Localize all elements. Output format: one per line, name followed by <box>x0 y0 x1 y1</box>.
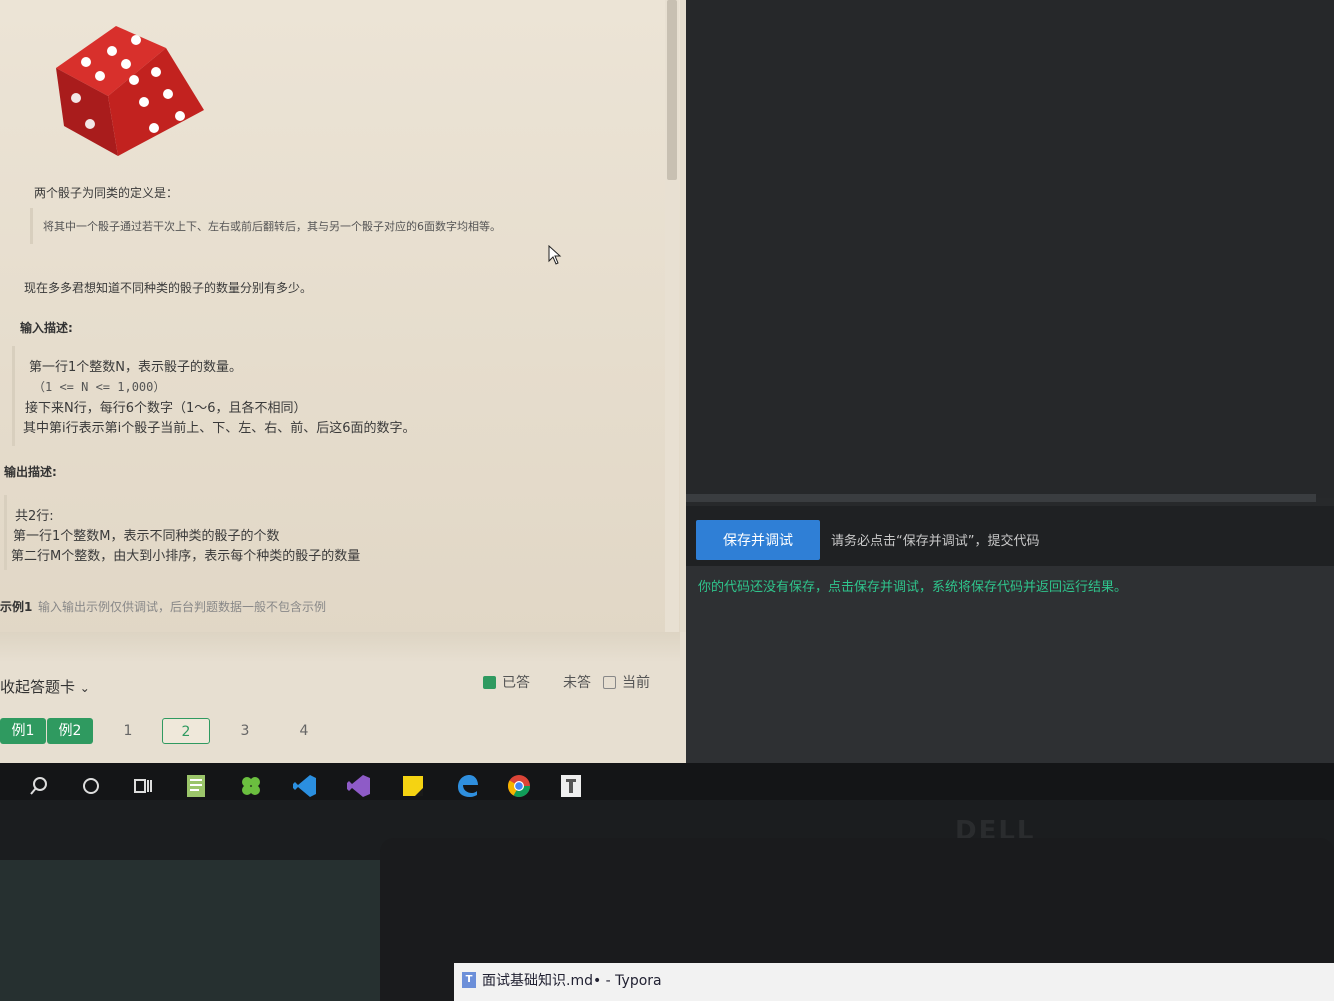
chip-question-4[interactable]: 4 <box>280 718 328 744</box>
typora-title-text: 面试基础知识.md• - Typora <box>482 973 662 989</box>
question-text: 现在多多君想知道不同种类的骰子的数量分别有多少。 <box>24 281 313 295</box>
typora-app-icon: T <box>462 972 476 988</box>
chip-question-1[interactable]: 1 <box>104 718 152 744</box>
monitor-screen: 两个骰子为同类的定义是： 将其中一个骰子通过若干次上下、左右或前后翻转后，其与另… <box>0 0 1334 800</box>
problem-scrollbar[interactable] <box>665 0 679 640</box>
output-line-1: 共2行: <box>15 509 54 524</box>
mouse-cursor-icon <box>548 245 562 265</box>
visual-studio-icon[interactable] <box>342 769 376 803</box>
editor-horizontal-scrollbar[interactable] <box>686 494 1316 502</box>
chevron-down-icon: ⌄ <box>79 681 90 695</box>
input-quote: 第一行1个整数N，表示骰子的数量。 （1 <= N <= 1,000） 接下来N… <box>12 346 572 446</box>
legend-current-label: 当前 <box>622 675 650 691</box>
output-heading: 输出描述: <box>4 465 57 479</box>
chip-example-1[interactable]: 例1 <box>0 718 46 744</box>
notepad-icon[interactable] <box>180 769 214 803</box>
result-message: 你的代码还没有保存，点击保存并调试，系统将保存代码并返回运行结果。 <box>698 580 1128 595</box>
problem-content: 两个骰子为同类的定义是： 将其中一个骰子通过若干次上下、左右或前后翻转后，其与另… <box>0 0 680 640</box>
vscode-icon[interactable] <box>288 769 322 805</box>
example-label: 示例1 <box>0 600 33 614</box>
editor-toolbar: 保存并调试 请务必点击“保存并调试”，提交代码 <box>686 506 1334 566</box>
problem-pane: 两个骰子为同类的定义是： 将其中一个骰子通过若干次上下、左右或前后翻转后，其与另… <box>0 0 690 768</box>
definition-quote: 将其中一个骰子通过若干次上下、左右或前后翻转后，其与另一个骰子对应的6面数字均相… <box>30 208 630 244</box>
output-quote: 共2行: 第一行1个整数M，表示不同种类的骰子的个数 第二行M个整数，由大到小排… <box>4 495 504 570</box>
chrome-icon[interactable] <box>502 769 536 805</box>
input-line-2: （1 <= N <= 1,000） <box>33 380 166 394</box>
chip-question-2[interactable]: 2 <box>162 718 210 744</box>
output-line-3: 第二行M个整数，由大到小排序，表示每个种类的骰子的数量 <box>11 549 361 564</box>
answer-card-divider <box>0 632 680 662</box>
editor-pane: 保存并调试 请务必点击“保存并调试”，提交代码 你的代码还没有保存，点击保存并调… <box>686 0 1334 770</box>
save-hint: 请务必点击“保存并调试”，提交代码 <box>831 534 1040 549</box>
dice-image <box>56 26 204 156</box>
legend-current: 当前 <box>603 672 650 692</box>
chip-question-3[interactable]: 3 <box>221 718 269 744</box>
search-icon[interactable] <box>22 769 56 803</box>
legend-unanswered: 未答 <box>563 672 591 692</box>
edge-icon[interactable] <box>450 769 484 803</box>
output-line-2: 第一行1个整数M，表示不同种类的骰子的个数 <box>13 529 280 544</box>
definition-heading: 两个骰子为同类的定义是： <box>34 186 179 200</box>
typora-icon[interactable] <box>554 769 588 805</box>
input-line-4: 其中第i行表示第i个骰子当前上、下、左、右、前、后这6面的数字。 <box>23 421 416 436</box>
legend-unanswered-label: 未答 <box>563 675 591 691</box>
typora-window-title: T 面试基础知识.md• - Typora <box>462 970 662 990</box>
current-swatch <box>603 675 616 689</box>
answer-card <box>0 632 690 768</box>
cortana-icon[interactable] <box>74 769 108 803</box>
input-heading: 输入描述: <box>20 321 73 335</box>
example-note: 输入输出示例仅供调试，后台判题数据一般不包含示例 <box>38 600 327 614</box>
input-line-3: 接下来N行，每行6个数字（1～6，且各不相同） <box>25 401 307 416</box>
sticky-notes-icon[interactable] <box>396 769 430 803</box>
scrollbar-thumb[interactable] <box>667 0 677 180</box>
legend-answered-label: 已答 <box>502 675 530 691</box>
chip-example-2[interactable]: 例2 <box>47 718 93 744</box>
collapse-label: 收起答题卡 <box>0 678 76 696</box>
save-and-debug-button[interactable]: 保存并调试 <box>696 520 820 560</box>
clover-icon[interactable] <box>234 769 268 803</box>
answered-swatch <box>483 675 496 689</box>
definition-text: 将其中一个骰子通过若干次上下、左右或前后翻转后，其与另一个骰子对应的6面数字均相… <box>43 220 501 233</box>
collapse-answer-card-button[interactable]: 收起答题卡 ⌄ <box>0 676 90 697</box>
code-editor[interactable] <box>686 0 1334 498</box>
legend-answered: 已答 <box>483 672 530 692</box>
run-result-panel: 你的代码还没有保存，点击保存并调试，系统将保存代码并返回运行结果。 <box>686 566 1334 766</box>
task-view-icon[interactable] <box>126 769 160 803</box>
windows-taskbar <box>0 763 1334 805</box>
input-line-1: 第一行1个整数N，表示骰子的数量。 <box>29 360 242 375</box>
